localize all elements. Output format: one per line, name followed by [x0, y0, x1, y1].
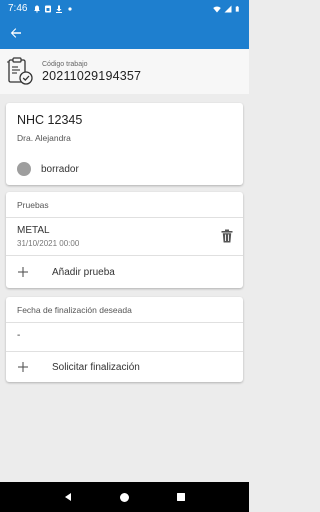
- status-bar: 7:46: [0, 0, 249, 17]
- patient-card: NHC 12345 Dra. Alejandra borrador: [6, 103, 243, 185]
- fecha-value: -: [17, 330, 21, 341]
- trash-icon[interactable]: [221, 229, 233, 243]
- app-bar: [0, 17, 249, 49]
- work-code-label: Código trabajo: [42, 60, 88, 68]
- home-circle-icon: [119, 492, 129, 502]
- add-prueba-button[interactable]: Añadir prueba: [6, 260, 243, 284]
- plus-icon: [18, 362, 28, 372]
- prueba-date: 31/10/2021 00:00: [17, 239, 80, 248]
- status-indicator: [17, 162, 31, 176]
- nhc-label: NHC 12345: [17, 113, 83, 127]
- signal-icon: [224, 5, 232, 12]
- fecha-card: Fecha de finalización deseada - Solicita…: [6, 297, 243, 382]
- pruebas-title: Pruebas: [17, 200, 49, 210]
- battery-icon: [235, 5, 239, 12]
- status-time: 7:46: [8, 3, 28, 14]
- add-prueba-label: Añadir prueba: [52, 266, 115, 278]
- plus-icon: [18, 267, 28, 277]
- download-icon: [56, 5, 63, 13]
- notification-icon: [34, 5, 41, 12]
- wifi-icon: [213, 5, 221, 12]
- clipboard-check-icon: [7, 56, 33, 85]
- divider: [6, 255, 243, 256]
- sim-icon: [45, 5, 52, 12]
- back-triangle-icon: [65, 493, 72, 501]
- nav-home-button[interactable]: [117, 490, 131, 504]
- dot-icon: [68, 6, 73, 11]
- doctor-name: Dra. Alejandra: [17, 133, 71, 143]
- request-finalization-label: Solicitar finalización: [52, 361, 140, 373]
- divider: [6, 351, 243, 352]
- back-button[interactable]: [8, 25, 24, 41]
- arrow-back-icon: [10, 28, 21, 38]
- system-nav-bar: [0, 482, 249, 512]
- nav-recents-button[interactable]: [174, 490, 188, 504]
- divider: [6, 322, 243, 323]
- request-finalization-button[interactable]: Solicitar finalización: [6, 355, 243, 379]
- pruebas-card: Pruebas METAL 31/10/2021 00:00 Añadir pr…: [6, 192, 243, 288]
- work-code: 20211029194357: [42, 68, 142, 83]
- recents-square-icon: [176, 493, 185, 501]
- work-header: Código trabajo 20211029194357: [0, 49, 249, 94]
- prueba-name: METAL: [17, 225, 50, 236]
- divider: [6, 217, 243, 218]
- nav-back-button[interactable]: [61, 490, 75, 504]
- fecha-title: Fecha de finalización deseada: [17, 305, 132, 315]
- status-text: borrador: [41, 164, 79, 175]
